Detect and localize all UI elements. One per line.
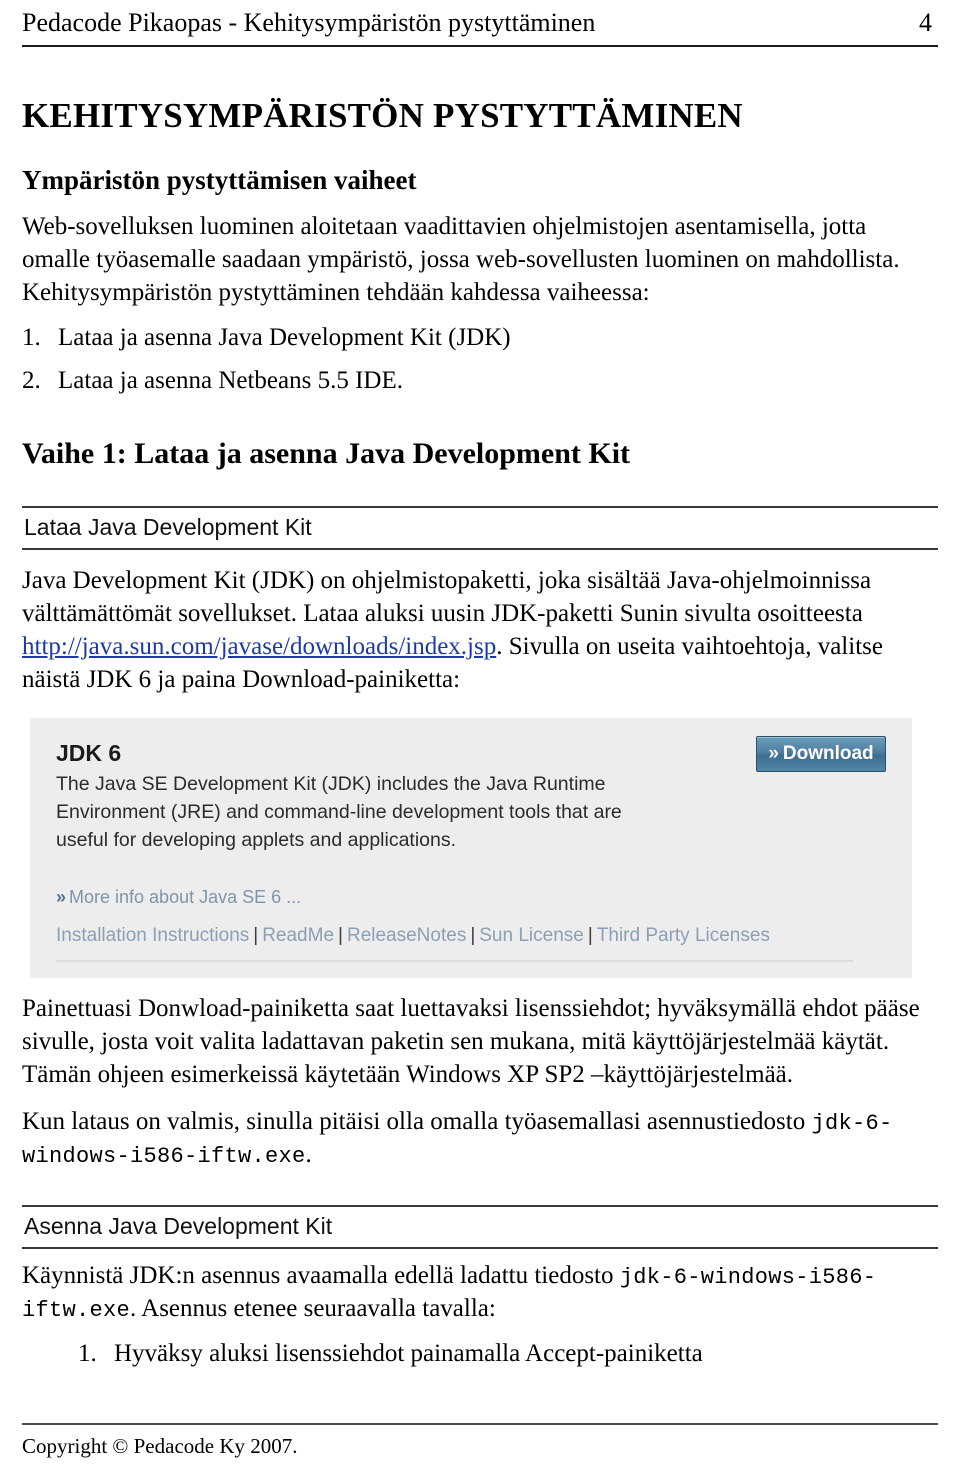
list-item-label: Lataa ja asenna Netbeans 5.5 IDE. xyxy=(58,367,403,395)
header-divider xyxy=(22,44,938,47)
download-button-label: Download xyxy=(782,742,874,764)
jdk-bottom-divider xyxy=(56,960,853,963)
footer-divider xyxy=(22,1422,938,1425)
link-separator: | xyxy=(587,924,593,946)
chevron-right-icon: » xyxy=(56,887,67,908)
install-step-list: 1. Hyväksy aluksi lisenssiehdot painamal… xyxy=(78,1337,938,1370)
subheading-install-jdk-label: Asenna Java Development Kit xyxy=(24,1213,333,1240)
link-installation-instructions[interactable]: Installation Instructions xyxy=(56,925,249,946)
list-item-number: 2. xyxy=(22,367,41,395)
list-item: 2. Lataa ja asenna Netbeans 5.5 IDE. xyxy=(22,364,938,397)
jdk-product-description: The Java SE Development Kit (JDK) includ… xyxy=(56,773,622,851)
document-page: Pedacode Pikaopas - Kehitysympäristön py… xyxy=(0,0,960,1473)
subheading-download-jdk-label: Lataa Java Development Kit xyxy=(24,513,312,540)
footer-copyright: Copyright © Pedacode Ky 2007. xyxy=(22,1433,298,1458)
jdk-download-screenshot: » Download JDK 6 The Java SE Development… xyxy=(30,717,912,979)
download-jdk-paragraph: Java Development Kit (JDK) on ohjelmisto… xyxy=(22,564,938,696)
phase1-title: Vaihe 1: Lataa ja asenna Java Developmen… xyxy=(22,437,631,471)
java-download-url-link[interactable]: http://java.sun.com/javase/downloads/ind… xyxy=(22,633,496,660)
chapter-title: KEHITYSYMPÄRISTÖN PYSTYTTÄMINEN xyxy=(22,95,743,135)
page-number: 4 xyxy=(919,8,932,37)
list-item: 1. Hyväksy aluksi lisenssiehdot painamal… xyxy=(78,1337,938,1370)
running-footer: Copyright © Pedacode Ky 2007. xyxy=(22,1422,938,1459)
link-separator: | xyxy=(338,924,343,946)
subheading-download-jdk: Lataa Java Development Kit xyxy=(22,505,938,550)
install-text-before-filename: Käynnistä JDK:n asennus avaamalla edellä… xyxy=(22,1261,620,1289)
phases-intro-paragraph: Web-sovelluksen luominen aloitetaan vaad… xyxy=(22,213,900,307)
after-image-paragraph-1: Painettuasi Donwload-painiketta saat lue… xyxy=(22,995,920,1089)
phases-step-list: 1. Lataa ja asenna Java Development Kit … xyxy=(22,321,938,397)
install-jdk-paragraph: Käynnistä JDK:n asennus avaamalla edellä… xyxy=(22,1259,938,1325)
link-sun-license[interactable]: Sun License xyxy=(479,925,584,946)
running-header: Pedacode Pikaopas - Kehitysympäristön py… xyxy=(22,0,938,38)
after-image-text-after-filename: . xyxy=(305,1141,312,1169)
list-item: 1. Lataa ja asenna Java Development Kit … xyxy=(22,321,938,354)
more-info-label: More info about Java SE 6 ... xyxy=(69,887,302,908)
after-image-text-before-filename: Kun lataus on valmis, sinulla pitäisi ol… xyxy=(22,1108,812,1136)
list-item-label: Lataa ja asenna Java Development Kit (JD… xyxy=(58,324,511,352)
section-title-phases: Ympäristön pystyttämisen vaiheet xyxy=(22,165,417,196)
chevron-right-icon: » xyxy=(768,742,779,764)
download-jdk-text-before-url: Java Development Kit (JDK) on ohjelmisto… xyxy=(22,566,872,627)
link-separator: | xyxy=(253,924,259,946)
link-separator: | xyxy=(470,924,476,946)
list-item-number: 1. xyxy=(22,324,41,352)
link-readme[interactable]: ReadMe xyxy=(262,925,334,946)
download-button[interactable]: » Download xyxy=(756,735,886,772)
list-item-label: Hyväksy aluksi lisenssiehdot painamalla … xyxy=(114,1339,703,1367)
jdk-resource-links: Installation Instructions | ReadMe | Release… xyxy=(56,924,886,949)
list-item-number: 1. xyxy=(78,1339,97,1367)
link-third-party-licenses[interactable]: Third Party Licenses xyxy=(597,925,770,946)
after-image-paragraph-2: Kun lataus on valmis, sinulla pitäisi ol… xyxy=(22,1105,938,1171)
header-title: Pedacode Pikaopas - Kehitysympäristön py… xyxy=(22,8,596,37)
subheading-install-jdk: Asenna Java Development Kit xyxy=(22,1205,938,1249)
install-text-after-filename: . Asennus etenee seuraavalla tavalla: xyxy=(130,1294,496,1322)
more-info-link[interactable]: » More info about Java SE 6 ... xyxy=(56,886,886,909)
link-release-notes[interactable]: ReleaseNotes xyxy=(347,925,466,946)
